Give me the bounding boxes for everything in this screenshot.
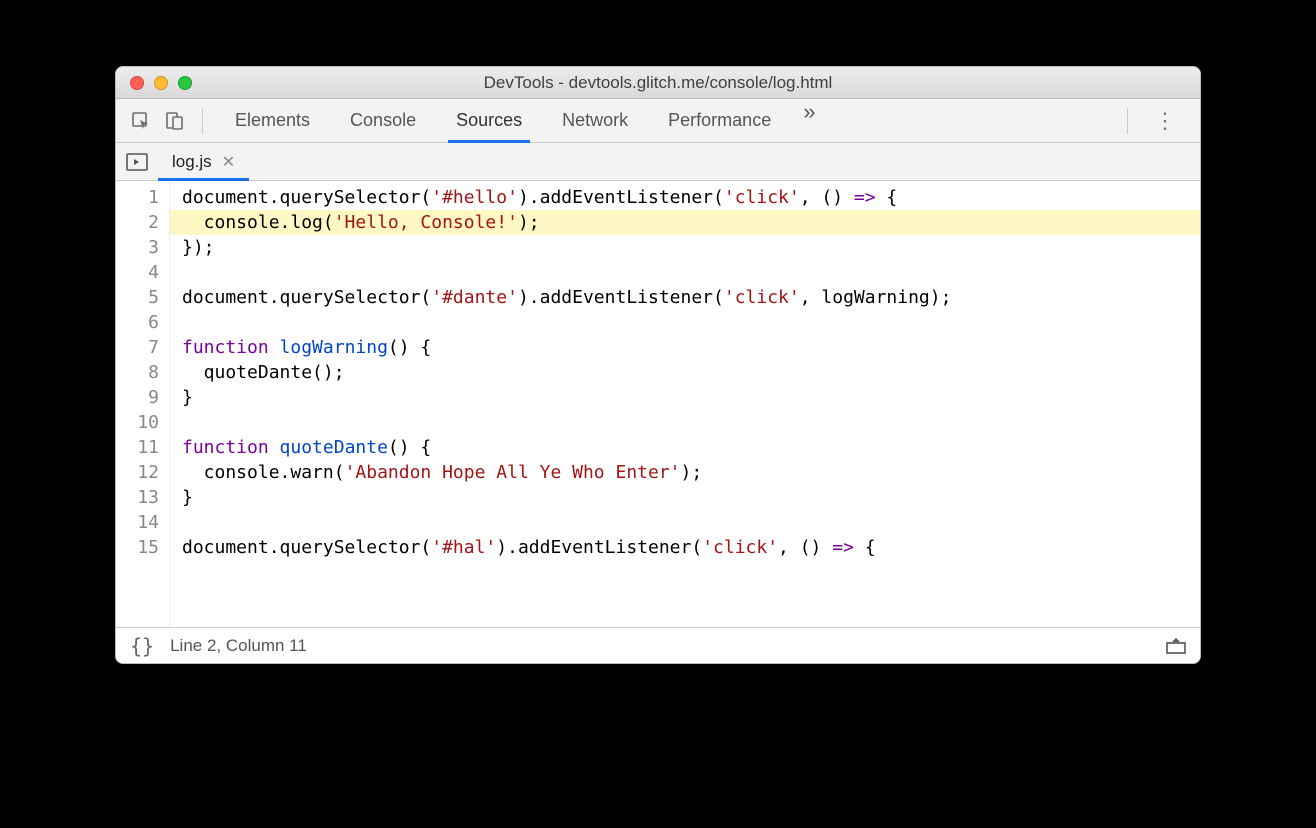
tab-network[interactable]: Network — [542, 99, 648, 142]
code-line[interactable]: quoteDante(); — [182, 360, 1200, 385]
code-area[interactable]: document.querySelector('#hello').addEven… — [170, 181, 1200, 627]
code-line[interactable]: function logWarning() { — [182, 335, 1200, 360]
status-bar: {} Line 2, Column 11 — [116, 627, 1200, 663]
tab-sources[interactable]: Sources — [436, 99, 542, 142]
close-tab-icon[interactable]: ✕ — [222, 152, 235, 172]
line-number[interactable]: 13 — [116, 485, 159, 510]
code-editor[interactable]: 123456789101112131415 document.querySele… — [116, 181, 1200, 627]
line-number[interactable]: 7 — [116, 335, 159, 360]
code-line[interactable] — [182, 310, 1200, 335]
tab-console[interactable]: Console — [330, 99, 436, 142]
toolbar-separator — [202, 108, 203, 134]
code-line[interactable]: console.warn('Abandon Hope All Ye Who En… — [182, 460, 1200, 485]
line-number[interactable]: 6 — [116, 310, 159, 335]
code-line[interactable]: document.querySelector('#hello').addEven… — [182, 185, 1200, 210]
devtools-window: DevTools - devtools.glitch.me/console/lo… — [115, 66, 1201, 664]
settings-menu-icon[interactable]: ⋮ — [1140, 108, 1190, 134]
zoom-window-button[interactable] — [178, 76, 192, 90]
line-number[interactable]: 14 — [116, 510, 159, 535]
line-number[interactable]: 10 — [116, 410, 159, 435]
more-tabs-icon[interactable]: » — [791, 99, 827, 142]
line-number[interactable]: 9 — [116, 385, 159, 410]
devtools-toolbar: Elements Console Sources Network Perform… — [116, 99, 1200, 143]
device-toolbar-icon[interactable] — [160, 106, 190, 136]
line-number[interactable]: 8 — [116, 360, 159, 385]
file-tab-logjs[interactable]: log.js ✕ — [158, 143, 249, 180]
show-console-drawer-icon[interactable] — [1166, 638, 1186, 654]
tab-label: Network — [562, 110, 628, 131]
line-number[interactable]: 12 — [116, 460, 159, 485]
line-number[interactable]: 1 — [116, 185, 159, 210]
inspect-element-icon[interactable] — [126, 106, 156, 136]
window-titlebar[interactable]: DevTools - devtools.glitch.me/console/lo… — [116, 67, 1200, 99]
minimize-window-button[interactable] — [154, 76, 168, 90]
show-navigator-icon[interactable] — [116, 153, 158, 171]
line-number[interactable]: 15 — [116, 535, 159, 560]
window-title: DevTools - devtools.glitch.me/console/lo… — [116, 73, 1200, 93]
code-line[interactable] — [182, 510, 1200, 535]
panel-tabs: Elements Console Sources Network Perform… — [215, 99, 1115, 142]
tab-performance[interactable]: Performance — [648, 99, 791, 142]
pretty-print-icon[interactable]: {} — [130, 634, 154, 658]
code-line[interactable] — [182, 410, 1200, 435]
cursor-position: Line 2, Column 11 — [170, 636, 307, 656]
code-line[interactable]: } — [182, 485, 1200, 510]
code-line[interactable]: console.log('Hello, Console!'); — [170, 210, 1200, 235]
line-number[interactable]: 5 — [116, 285, 159, 310]
file-tab-label: log.js — [172, 152, 212, 172]
line-number[interactable]: 2 — [116, 210, 159, 235]
tab-elements[interactable]: Elements — [215, 99, 330, 142]
code-line[interactable]: document.querySelector('#dante').addEven… — [182, 285, 1200, 310]
tab-label: Console — [350, 110, 416, 131]
traffic-lights — [116, 76, 192, 90]
code-line[interactable]: function quoteDante() { — [182, 435, 1200, 460]
code-line[interactable]: } — [182, 385, 1200, 410]
toolbar-separator — [1127, 108, 1128, 134]
tab-label: Performance — [668, 110, 771, 131]
line-number[interactable]: 4 — [116, 260, 159, 285]
close-window-button[interactable] — [130, 76, 144, 90]
sources-tabstrip: log.js ✕ — [116, 143, 1200, 181]
tab-label: Sources — [456, 110, 522, 131]
line-number[interactable]: 3 — [116, 235, 159, 260]
code-line[interactable]: document.querySelector('#hal').addEventL… — [182, 535, 1200, 560]
line-gutter: 123456789101112131415 — [116, 181, 170, 627]
code-line[interactable]: }); — [182, 235, 1200, 260]
tab-label: Elements — [235, 110, 310, 131]
line-number[interactable]: 11 — [116, 435, 159, 460]
code-line[interactable] — [182, 260, 1200, 285]
